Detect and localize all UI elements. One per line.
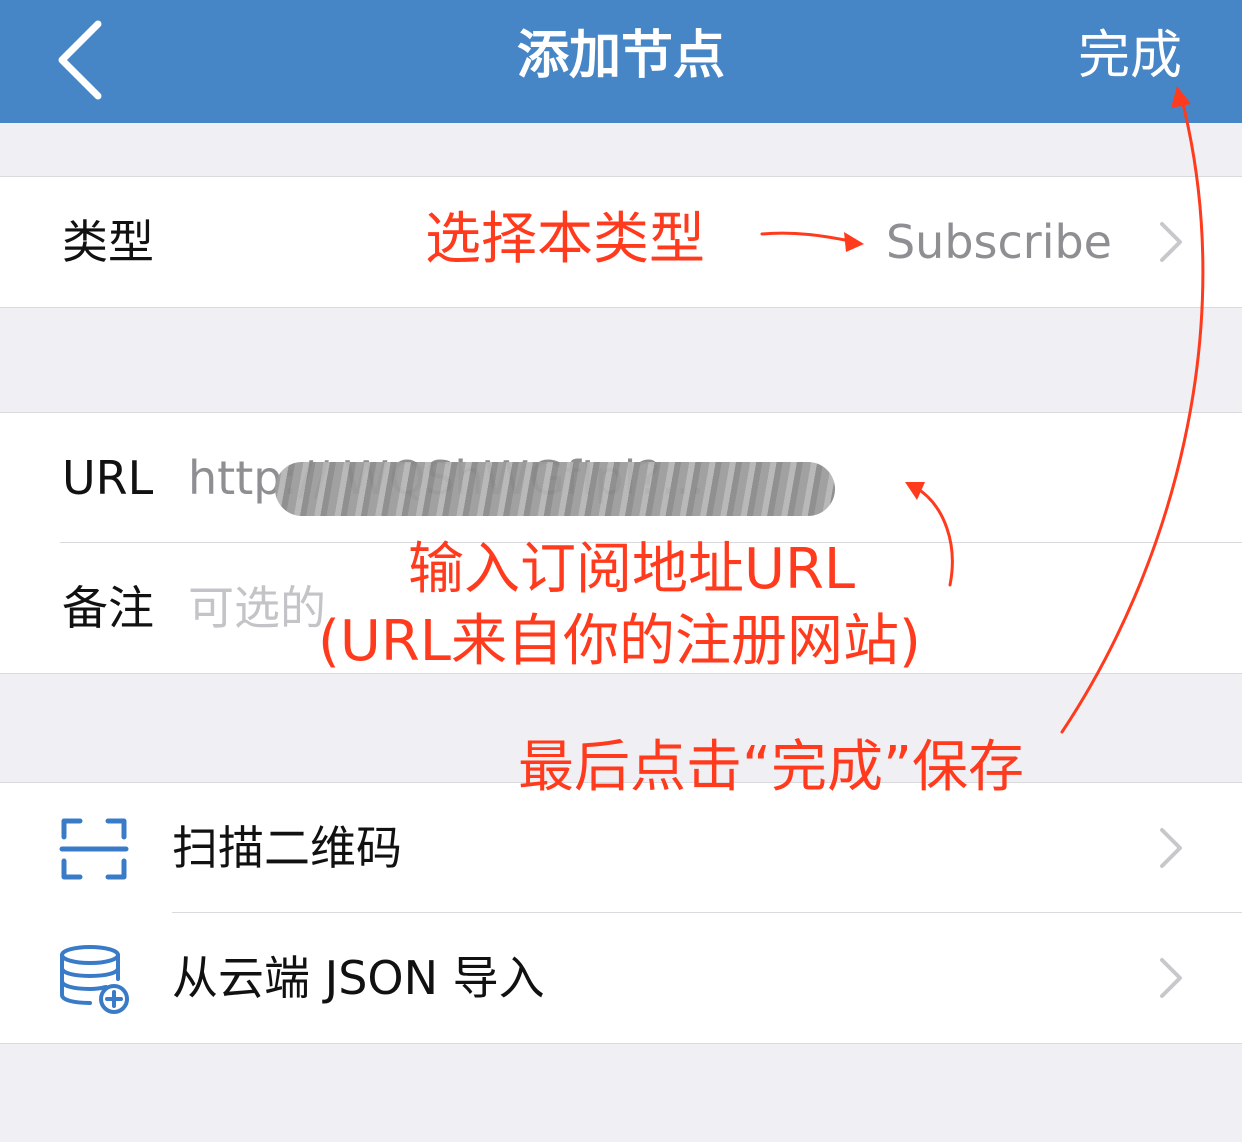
chevron-right-icon <box>1160 222 1182 262</box>
url-label: URL <box>62 451 154 505</box>
type-value: Subscribe <box>885 215 1112 269</box>
page-title: 添加节点 <box>516 26 725 86</box>
type-label: 类型 <box>62 215 154 269</box>
annotation-enter-url: 输入订阅地址URL <box>408 537 856 602</box>
note-input[interactable]: 可选的 <box>188 543 326 673</box>
annotation-url-source: (URL来自你的注册网站) <box>318 609 921 674</box>
annotation-save: 最后点击“完成”保存 <box>518 735 1025 800</box>
note-label: 备注 <box>62 581 154 635</box>
scan-qr-label: 扫描二维码 <box>172 821 402 875</box>
import-group: 扫描二维码 从云端 JSON 导入 <box>0 782 1242 1044</box>
database-plus-icon <box>60 945 129 1014</box>
chevron-right-icon <box>1160 958 1182 998</box>
scan-qr-row[interactable]: 扫描二维码 <box>0 783 1242 913</box>
annotation-select-type: 选择本类型 <box>425 207 705 272</box>
chevron-right-icon <box>1160 828 1182 868</box>
done-button[interactable]: 完成 <box>1078 0 1182 112</box>
import-json-row[interactable]: 从云端 JSON 导入 <box>0 913 1242 1043</box>
import-json-label: 从云端 JSON 导入 <box>172 951 545 1005</box>
url-redaction <box>275 462 835 516</box>
qr-scan-icon <box>59 818 129 880</box>
chevron-left-icon[interactable] <box>48 18 118 102</box>
navigation-bar: 添加节点 完成 <box>0 0 1242 123</box>
